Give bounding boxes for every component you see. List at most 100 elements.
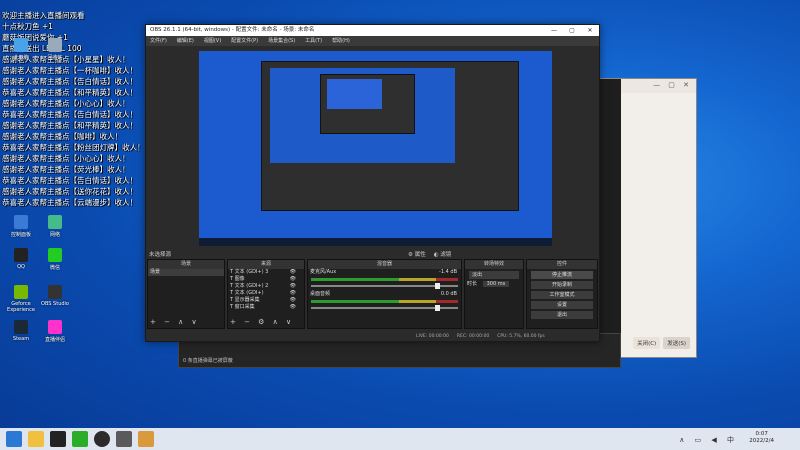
nested-preview-2 bbox=[327, 79, 382, 109]
mixer-track-db: 0.0 dB bbox=[440, 291, 457, 297]
properties-button[interactable]: ⚙ 属性 bbox=[408, 250, 426, 258]
explorer-icon[interactable] bbox=[28, 431, 44, 447]
source-item[interactable]: T 文本 (GDI+) 2 👁 bbox=[228, 283, 304, 290]
transition-select[interactable]: 淡出 bbox=[469, 271, 519, 279]
source-label: 显示器采集 bbox=[234, 297, 260, 303]
controls-title: 控件 bbox=[527, 260, 597, 269]
window-controls-icon[interactable]: — ▢ ✕ bbox=[653, 81, 692, 89]
clock[interactable]: 0:07 2022/2/4 bbox=[749, 431, 774, 445]
chat-titlebar: — ▢ ✕ bbox=[621, 79, 696, 93]
desktop-icon[interactable]: 回收站 bbox=[40, 38, 70, 61]
source-item[interactable]: T 文本 (GDI+) 3 👁 bbox=[228, 269, 304, 276]
desktop-icon[interactable]: 此电脑 bbox=[6, 38, 36, 61]
source-label: 窗口采集 bbox=[234, 304, 255, 310]
overlay-line: 感谢老人家帮主播点【小心心】收人！ bbox=[2, 99, 130, 108]
studio-mode-button[interactable]: 工作室模式 bbox=[531, 291, 593, 299]
source-item[interactable]: T 文本 (GDI+) 👁 bbox=[228, 290, 304, 297]
maximize-icon[interactable]: ▢ bbox=[563, 25, 581, 36]
menu-item[interactable]: 工具(T) bbox=[305, 36, 322, 46]
menu-item[interactable]: 视图(V) bbox=[204, 36, 221, 46]
visibility-icon[interactable]: 👁 bbox=[290, 290, 296, 297]
app-icon bbox=[48, 248, 62, 262]
desktop-icon[interactable]: Geforce Experience bbox=[6, 285, 36, 313]
mixer-track-db: -1.4 dB bbox=[439, 269, 457, 275]
app-icon bbox=[14, 248, 28, 262]
menu-item[interactable]: 配置文件(P) bbox=[231, 36, 258, 46]
overlay-line: 恭喜老人家帮主播点【云端漫步】收人！ bbox=[2, 198, 137, 207]
scene-item[interactable]: 场景 bbox=[148, 269, 224, 276]
start-recording-button[interactable]: 开始录制 bbox=[531, 281, 593, 289]
live-status: LIVE: 00:00:00 bbox=[416, 334, 449, 339]
scenes-toolbar[interactable]: + − ∧ ∨ bbox=[150, 318, 200, 326]
chat-window[interactable]: — ▢ ✕ 关闭(C) 发送(S) bbox=[592, 78, 697, 358]
sources-toolbar[interactable]: + − ⚙ ∧ ∨ bbox=[230, 318, 294, 326]
source-label: 图像 bbox=[234, 276, 245, 282]
transitions-dock: 转场特效 淡出 时长 300 ms bbox=[464, 259, 524, 329]
menu-bar: 文件(F) 编辑(E) 视图(V) 配置文件(P) 场景集合(S) 工具(T) 帮助(H) bbox=[146, 36, 599, 46]
desktop-icon[interactable]: OBS Studio bbox=[40, 285, 70, 307]
volume-slider[interactable] bbox=[311, 283, 458, 289]
menu-item[interactable]: 编辑(E) bbox=[177, 36, 194, 46]
desktop-icon[interactable]: 网络 bbox=[40, 215, 70, 238]
wechat-icon[interactable] bbox=[72, 431, 88, 447]
send-button[interactable]: 发送(S) bbox=[663, 337, 690, 349]
status-bar: LIVE: 00:00:00 REC: 00:00:00 CPU: 5.7%, … bbox=[146, 332, 599, 341]
source-item[interactable]: T 显示器采集 👁 bbox=[228, 297, 304, 304]
menu-item[interactable]: 帮助(H) bbox=[332, 36, 350, 46]
exit-button[interactable]: 退出 bbox=[531, 311, 593, 319]
desktop-icon-label: 网络 bbox=[49, 232, 60, 238]
source-item[interactable]: T 图像 👁 bbox=[228, 276, 304, 283]
obs-icon[interactable] bbox=[94, 431, 110, 447]
duration-label: 时长 bbox=[467, 281, 478, 287]
overlay-line: 感谢老人家帮主播点【一杯咖啡】收人！ bbox=[2, 66, 137, 75]
stop-streaming-button[interactable]: 停止推流 bbox=[531, 271, 593, 279]
source-item[interactable]: T 窗口采集 👁 bbox=[228, 304, 304, 311]
desktop-icon[interactable]: 控制面板 bbox=[6, 215, 36, 238]
preview-taskbar bbox=[199, 238, 552, 246]
close-chat-button[interactable]: 关闭(C) bbox=[633, 337, 661, 349]
minimize-icon[interactable]: — bbox=[545, 25, 563, 36]
mixer-dock: 混音器 麦克风/Aux -1.4 dB 桌面音频 0.0 dB bbox=[307, 259, 462, 329]
obs-window[interactable]: OBS 26.1.1 (64-bit, windows) - 配置文件: 未命名… bbox=[145, 24, 600, 342]
overlay-line: 感谢老人家帮主播点【咖啡】收人！ bbox=[2, 132, 122, 141]
app-icon bbox=[48, 215, 62, 229]
controls-dock: 控件 停止推流 开始录制 工作室模式 设置 退出 bbox=[526, 259, 598, 329]
visibility-icon[interactable]: 👁 bbox=[290, 276, 296, 283]
overlay-line: 恭喜老人家帮主播点【和平精英】收人！ bbox=[2, 88, 137, 97]
app-icon bbox=[14, 285, 28, 299]
windows-start-icon[interactable] bbox=[6, 431, 22, 447]
menu-item[interactable]: 场景集合(S) bbox=[268, 36, 295, 46]
filters-button[interactable]: ◐ 滤镜 bbox=[434, 250, 452, 258]
duration-input[interactable]: 300 ms bbox=[482, 281, 510, 287]
app-icon bbox=[48, 38, 62, 52]
mixer-title: 混音器 bbox=[308, 260, 461, 269]
desktop-icon[interactable]: 直播伴侣 bbox=[40, 320, 70, 343]
settings-icon[interactable] bbox=[116, 431, 132, 447]
close-icon[interactable]: ✕ bbox=[581, 25, 599, 36]
system-tray[interactable]: ∧ ▭ ◀ 中 bbox=[679, 435, 738, 445]
source-label: 文本 (GDI+) 3 bbox=[234, 269, 269, 275]
menu-item[interactable]: 文件(F) bbox=[150, 36, 167, 46]
overlay-line: 恭喜老人家帮主播点【告白情话】收人！ bbox=[2, 176, 137, 185]
visibility-icon[interactable]: 👁 bbox=[290, 283, 296, 290]
preview-canvas[interactable] bbox=[199, 51, 552, 246]
visibility-icon[interactable]: 👁 bbox=[290, 304, 296, 311]
desktop-icon[interactable]: 微信 bbox=[40, 248, 70, 271]
desktop-icon-label: 控制面板 bbox=[10, 232, 31, 238]
source-label: 文本 (GDI+) bbox=[234, 290, 264, 296]
overlay-line: 恭喜老人家帮主播点【告白情话】收人！ bbox=[2, 110, 137, 119]
desktop-icon-label: Steam bbox=[12, 336, 30, 342]
desktop-icon-label: 微信 bbox=[49, 265, 60, 271]
visibility-icon[interactable]: 👁 bbox=[290, 297, 296, 304]
transitions-title: 转场特效 bbox=[465, 260, 523, 269]
overlay-line: 感谢老人家帮主播点【和平精英】收人！ bbox=[2, 121, 137, 130]
scenes-title: 场景 bbox=[148, 260, 224, 269]
visibility-icon[interactable]: 👁 bbox=[290, 269, 296, 276]
cpu-status: CPU: 5.7%, 60.00 fps bbox=[497, 334, 545, 339]
qq-icon[interactable] bbox=[50, 431, 66, 447]
desktop-icon[interactable]: Steam bbox=[6, 320, 36, 342]
volume-slider[interactable] bbox=[311, 305, 458, 311]
settings-button[interactable]: 设置 bbox=[531, 301, 593, 309]
folder-icon[interactable] bbox=[138, 431, 154, 447]
desktop-icon[interactable]: QQ bbox=[6, 248, 36, 270]
